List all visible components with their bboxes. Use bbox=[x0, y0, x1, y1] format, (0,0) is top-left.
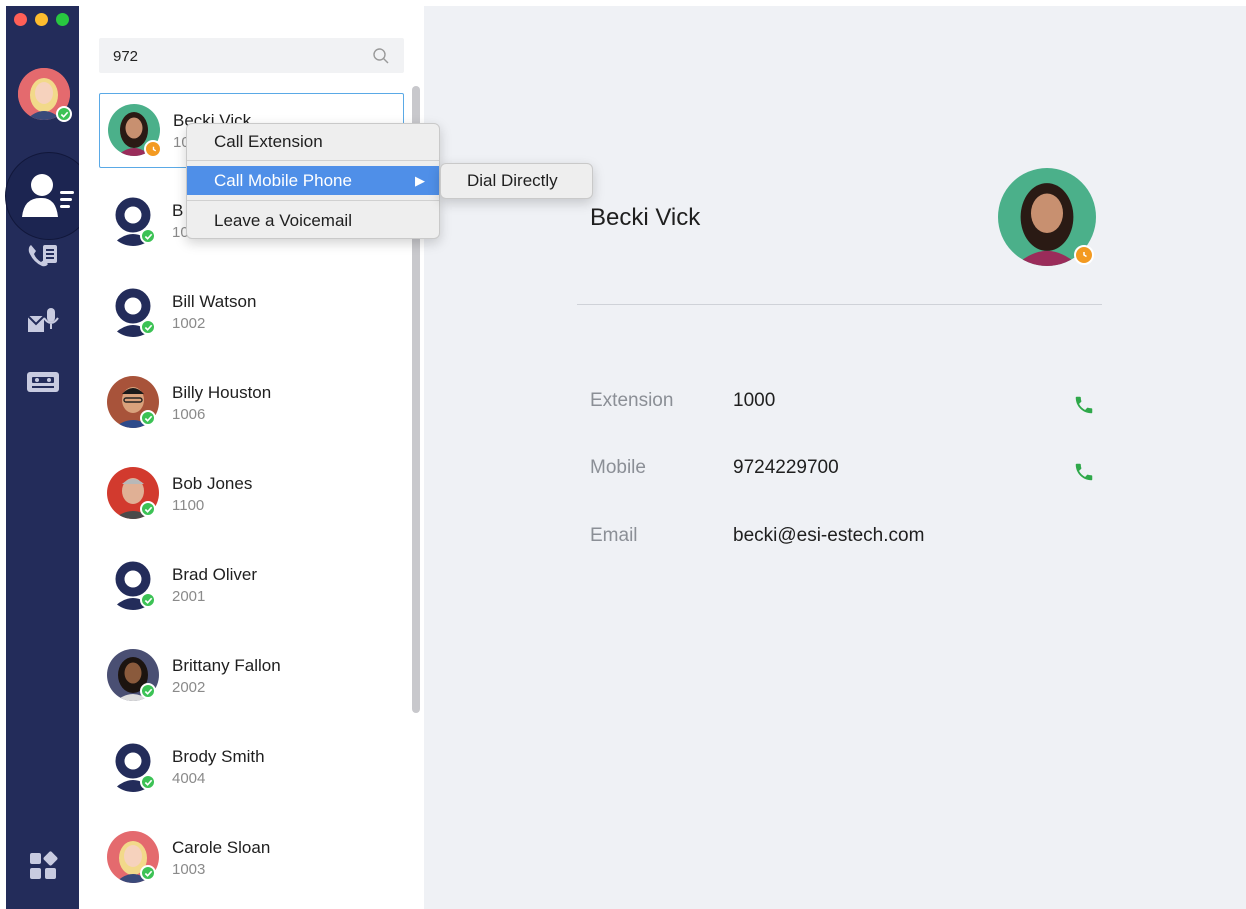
detail-avatar bbox=[998, 168, 1096, 266]
my-profile-avatar[interactable] bbox=[18, 68, 72, 122]
contact-extension: 2002 bbox=[172, 679, 206, 696]
contact-context-menu: Call Extension Call Mobile Phone ▶ Leave… bbox=[186, 123, 440, 239]
contact-name: Bill Watson bbox=[172, 292, 257, 311]
rail-item-voicemail[interactable] bbox=[24, 304, 62, 336]
menu-item-call-mobile-phone[interactable]: Call Mobile Phone ▶ bbox=[187, 166, 439, 195]
email-value[interactable]: becki@esi-estech.com bbox=[733, 525, 924, 547]
contact-name: Billy Houston bbox=[172, 383, 272, 402]
menu-item-leave-voicemail[interactable]: Leave a Voicemail bbox=[187, 206, 439, 235]
contact-extension: 1006 bbox=[172, 406, 206, 423]
avatar bbox=[107, 467, 159, 519]
apps-grid-icon bbox=[30, 851, 58, 879]
call-mobile-button[interactable] bbox=[1072, 460, 1096, 484]
email-label: Email bbox=[590, 525, 638, 546]
menu-item-call-extension[interactable]: Call Extension bbox=[187, 127, 439, 156]
contact-name: Brody Smith bbox=[172, 747, 265, 766]
contact-name: B bbox=[172, 201, 184, 220]
avatar bbox=[107, 649, 159, 701]
detail-contact-name: Becki Vick bbox=[590, 204, 701, 231]
phone-icon bbox=[1075, 463, 1093, 481]
contact-row[interactable]: Brad Oliver 2001 bbox=[99, 548, 404, 623]
navigation-rail bbox=[5, 6, 93, 909]
contact-row[interactable]: Bill Watson 1002 bbox=[99, 275, 404, 350]
search-input[interactable]: 972 bbox=[113, 48, 138, 65]
available-status-icon bbox=[140, 319, 156, 335]
available-status-icon bbox=[140, 683, 156, 699]
available-status-icon bbox=[140, 228, 156, 244]
avatar bbox=[107, 285, 159, 337]
avatar bbox=[107, 194, 159, 246]
contact-row[interactable]: Brody Smith 4004 bbox=[99, 730, 404, 805]
contact-detail-panel: Becki Vick Extension 1000 Mobile 9724229… bbox=[424, 6, 1246, 909]
submenu-arrow-icon: ▶ bbox=[415, 173, 425, 188]
minimize-window-button[interactable] bbox=[35, 13, 48, 26]
contact-extension: 2001 bbox=[172, 588, 206, 605]
available-status-icon bbox=[140, 774, 156, 790]
available-status-icon bbox=[140, 501, 156, 517]
rail-item-call-history[interactable] bbox=[24, 240, 62, 272]
menu-item-label: Call Mobile Phone bbox=[214, 171, 352, 190]
away-status-icon bbox=[144, 140, 162, 158]
menu-separator bbox=[187, 160, 439, 161]
contact-name: Bob Jones bbox=[172, 474, 253, 493]
contact-extension: 1100 bbox=[172, 497, 205, 514]
contact-extension: 1003 bbox=[172, 861, 206, 878]
menu-item-dial-directly[interactable]: Dial Directly bbox=[441, 164, 592, 198]
avatar bbox=[107, 831, 159, 883]
menu-separator bbox=[187, 200, 439, 201]
zoom-window-button[interactable] bbox=[56, 13, 69, 26]
window-controls bbox=[14, 13, 69, 26]
extension-label: Extension bbox=[590, 390, 674, 411]
call-mobile-submenu: Dial Directly bbox=[440, 163, 593, 199]
contact-search-box[interactable]: 972 bbox=[99, 38, 404, 73]
close-window-button[interactable] bbox=[14, 13, 27, 26]
available-status-icon bbox=[140, 865, 156, 881]
contact-name: Brad Oliver bbox=[172, 565, 258, 584]
contact-row[interactable]: Bob Jones 1100 bbox=[99, 457, 404, 532]
avatar bbox=[107, 740, 159, 792]
available-status-icon bbox=[140, 592, 156, 608]
call-history-icon bbox=[28, 245, 57, 267]
detail-divider bbox=[577, 304, 1102, 305]
avatar bbox=[107, 558, 159, 610]
search-icon[interactable] bbox=[372, 47, 390, 65]
mobile-value: 9724229700 bbox=[733, 457, 839, 478]
contact-row[interactable]: Billy Houston 1006 bbox=[99, 366, 404, 441]
phone-icon bbox=[1075, 396, 1093, 414]
call-extension-button[interactable] bbox=[1072, 393, 1096, 417]
avatar bbox=[107, 376, 159, 428]
rail-item-apps[interactable] bbox=[24, 850, 62, 882]
contact-name: Brittany Fallon bbox=[172, 656, 281, 675]
fax-icon bbox=[27, 372, 59, 392]
available-status-icon bbox=[56, 106, 72, 122]
contact-extension: 1002 bbox=[172, 315, 206, 332]
avatar bbox=[108, 104, 162, 158]
contact-row[interactable]: Carole Sloan 1003 bbox=[99, 821, 404, 896]
rail-item-fax[interactable] bbox=[24, 366, 62, 398]
contacts-icon bbox=[22, 174, 74, 217]
extension-value: 1000 bbox=[733, 390, 776, 411]
contact-row[interactable]: Brittany Fallon 2002 bbox=[99, 639, 404, 714]
voicemail-icon bbox=[27, 308, 59, 332]
contact-extension: 4004 bbox=[172, 770, 206, 787]
away-status-icon bbox=[1074, 245, 1094, 265]
contact-name: Carole Sloan bbox=[172, 838, 271, 857]
available-status-icon bbox=[140, 410, 156, 426]
mobile-label: Mobile bbox=[590, 457, 646, 478]
